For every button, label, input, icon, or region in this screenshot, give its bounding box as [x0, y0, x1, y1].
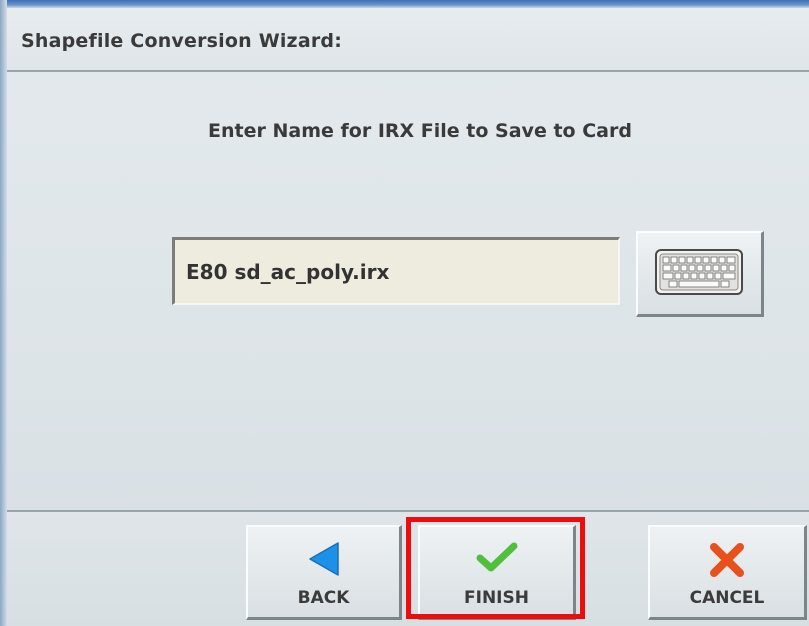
- file-name-prompt: Enter Name for IRX File to Save to Card: [208, 120, 632, 142]
- checkmark-icon: [476, 542, 517, 572]
- cancel-button[interactable]: CANCEL: [648, 525, 807, 620]
- screen-left-edge: [0, 0, 7, 626]
- screen-top-edge: [0, 0, 809, 8]
- keyboard-icon: [655, 249, 743, 295]
- file-name-input[interactable]: [172, 237, 620, 305]
- finish-button[interactable]: FINISH: [418, 525, 576, 620]
- cancel-button-label: CANCEL: [689, 588, 765, 608]
- back-button-label: BACK: [297, 588, 350, 608]
- wizard-screen: Shapefile Conversion Wizard: Enter Name …: [0, 0, 809, 626]
- x-icon: [710, 543, 744, 577]
- wizard-title: Shapefile Conversion Wizard:: [21, 30, 343, 52]
- back-button[interactable]: BACK: [246, 525, 402, 620]
- wizard-title-bar: Shapefile Conversion Wizard:: [7, 8, 809, 72]
- finish-button-label: FINISH: [464, 588, 529, 608]
- back-arrow-icon: [308, 542, 339, 576]
- keyboard-button[interactable]: [636, 231, 764, 317]
